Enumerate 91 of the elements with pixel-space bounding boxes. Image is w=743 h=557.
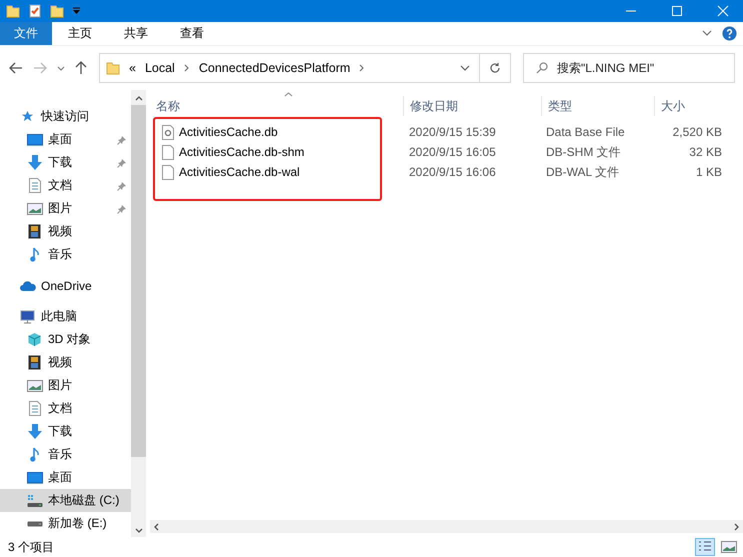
nav-item[interactable]: 3D 对象 [0, 328, 131, 351]
drive-icon [26, 494, 42, 508]
nav-item[interactable]: 快速访问 [0, 105, 131, 128]
document-icon [28, 401, 40, 416]
column-header[interactable]: 大小 [655, 96, 737, 116]
nav-item[interactable]: 文档 [0, 174, 131, 197]
table-cell-text: 2,520 KB [672, 125, 723, 139]
file-icon [162, 144, 174, 160]
table-cell-text: DB-SHM 文件 [545, 144, 622, 160]
table-cell-text: DB-WAL 文件 [545, 164, 620, 180]
computer-icon [20, 310, 35, 324]
picture-icon [26, 202, 42, 214]
nav-item[interactable]: 此电脑 [0, 305, 131, 328]
nav-item[interactable]: 图片 [0, 197, 131, 220]
properties-icon[interactable] [28, 4, 42, 18]
film-icon [28, 224, 41, 239]
pin-icon[interactable] [117, 158, 127, 168]
breadcrumb[interactable]: Local [144, 61, 175, 75]
table-cell-text: 2020/9/15 16:06 [408, 165, 497, 179]
drive-icon [26, 520, 42, 526]
column-header[interactable]: 名称 [150, 96, 404, 116]
nav-item[interactable]: 视频 [0, 220, 131, 243]
overflow-chevron[interactable]: « [129, 61, 136, 75]
chevron-down-icon[interactable] [702, 30, 712, 37]
column-header[interactable]: 修改日期 [404, 96, 542, 116]
monitor-icon [26, 134, 42, 146]
table-cell-text: 1 KB [694, 165, 723, 179]
picture-icon [26, 380, 42, 392]
scroll-down-icon[interactable] [134, 528, 142, 533]
pin-icon[interactable] [117, 181, 127, 191]
scroll-right-icon[interactable] [734, 522, 739, 530]
details-view-icon[interactable] [695, 538, 715, 556]
chevron-right-icon[interactable] [359, 64, 366, 72]
table-cell-text: Data Base File [545, 125, 626, 139]
breadcrumb[interactable]: ConnectedDevicesPlatform [198, 61, 350, 75]
address-bar[interactable]: « Local ConnectedDevicesPlatform [99, 53, 511, 83]
chevron-down-icon[interactable] [460, 65, 470, 71]
up-arrow-icon[interactable] [75, 61, 87, 75]
table-cell-text: 2020/9/15 16:05 [408, 145, 497, 159]
scroll-left-icon[interactable] [154, 522, 159, 530]
pin-icon[interactable] [117, 204, 127, 214]
scrollbar[interactable] [150, 520, 743, 533]
down-arrow-icon [28, 424, 42, 439]
folder-icon[interactable] [6, 4, 20, 18]
file-icon [162, 164, 174, 180]
dropdown-icon[interactable] [72, 7, 81, 15]
pin-icon[interactable] [117, 135, 127, 145]
nav-item[interactable]: 文档 [0, 397, 131, 420]
file-name[interactable]: ActivitiesCache.db [179, 125, 278, 139]
nav-item[interactable]: 桌面 [0, 466, 131, 489]
file-name[interactable]: ActivitiesCache.db-wal [179, 165, 300, 179]
film-icon [28, 355, 41, 370]
maximize-icon[interactable] [671, 5, 683, 17]
search-field[interactable]: 搜索"L.NING MEI" [523, 53, 735, 83]
folder-icon [106, 61, 120, 75]
nav-item[interactable]: 音乐 [0, 243, 131, 266]
nav-item[interactable]: OneDrive [0, 274, 131, 297]
refresh-icon[interactable] [489, 62, 501, 74]
music-note-icon [30, 247, 40, 262]
chevron-right-icon[interactable] [184, 64, 190, 72]
item-count: 3 个项目 [8, 538, 54, 556]
nav-item[interactable]: 下载 [0, 420, 131, 443]
large-icons-view-icon[interactable] [721, 541, 737, 553]
ribbon-tab[interactable]: 文件 [0, 22, 52, 45]
help-icon[interactable] [722, 26, 737, 41]
search-icon [536, 62, 548, 74]
nav-item[interactable]: 视频 [0, 351, 131, 374]
table-cell-text: 32 KB [688, 145, 723, 159]
scroll-up-icon[interactable] [134, 96, 142, 101]
cloud-icon [20, 280, 36, 290]
monitor-icon [26, 472, 42, 484]
nav-item[interactable]: 桌面 [0, 128, 131, 151]
chevron-down-icon[interactable] [57, 66, 65, 70]
down-arrow-icon [28, 155, 42, 170]
file-name[interactable]: ActivitiesCache.db-shm [179, 145, 304, 159]
nav-item[interactable]: 本地磁盘 (C:) [0, 489, 131, 512]
back-arrow-icon[interactable] [9, 62, 23, 74]
nav-item[interactable]: 新加卷 (E:) [0, 512, 131, 535]
nav-item[interactable]: 图片 [0, 374, 131, 397]
table-cell-text: 2020/9/15 15:39 [408, 125, 497, 139]
column-header[interactable]: 类型 [542, 96, 655, 116]
music-note-icon [30, 447, 40, 462]
cube-icon [27, 332, 42, 347]
close-icon[interactable] [717, 5, 729, 17]
nav-item[interactable]: 下载 [0, 151, 131, 174]
folder-icon[interactable] [50, 4, 64, 18]
document-icon [28, 178, 40, 193]
star-icon [21, 110, 34, 123]
scrollbar[interactable] [131, 90, 146, 537]
nav-item[interactable]: 音乐 [0, 443, 131, 466]
settings-file-icon [162, 124, 174, 140]
